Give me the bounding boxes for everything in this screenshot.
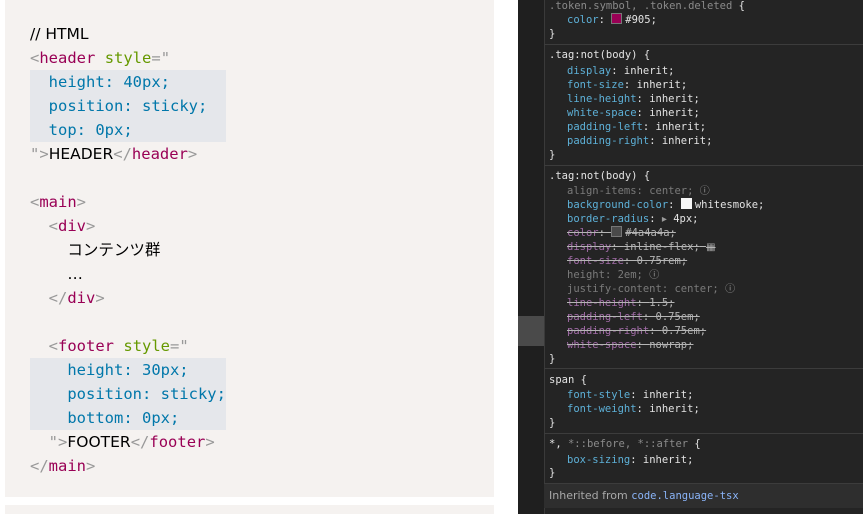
- header-style-line: position: sticky;: [48, 97, 208, 115]
- css-property[interactable]: display: [567, 65, 611, 77]
- css-value[interactable]: 1.5;: [649, 297, 674, 309]
- css-property[interactable]: white-space: [567, 107, 637, 119]
- code-block: // HTML <header style=" height: 40px; pos…: [5, 0, 494, 497]
- css-property[interactable]: display: [567, 241, 611, 253]
- css-property[interactable]: border-radius: [567, 213, 649, 225]
- footer-style-line: bottom: 0px;: [67, 409, 180, 427]
- css-property[interactable]: box-sizing: [567, 454, 630, 466]
- css-property[interactable]: font-size: [567, 255, 624, 267]
- code-example-panel: // HTML <header style=" height: 40px; pos…: [0, 0, 518, 514]
- flexbox-editor-icon[interactable]: ▦: [706, 242, 715, 253]
- css-property[interactable]: font-style: [567, 389, 630, 401]
- header-style-line: top: 0px;: [48, 121, 133, 139]
- main-tag: main: [39, 193, 77, 211]
- footer-style-line: height: 30px;: [67, 361, 189, 379]
- css-value[interactable]: whitesmoke;: [695, 199, 765, 211]
- style-rules-list: .token.symbol, .token.deleted { color: #…: [544, 0, 863, 514]
- css-property[interactable]: padding-left: [567, 121, 643, 133]
- rule-selector[interactable]: *,: [549, 438, 562, 450]
- info-icon[interactable]: ⓘ: [725, 284, 735, 295]
- css-value[interactable]: 0.75em;: [662, 325, 706, 337]
- css-value[interactable]: inline-flex;: [624, 241, 700, 253]
- header-text: HEADER: [48, 145, 114, 163]
- header-tag: header: [39, 49, 96, 67]
- next-code-block: [5, 505, 494, 514]
- style-rule: .tag:not(body) { align-items: center; ⓘ …: [544, 166, 863, 369]
- info-icon[interactable]: ⓘ: [700, 186, 710, 197]
- css-property[interactable]: font-weight: [567, 403, 637, 415]
- div-close-tag: div: [67, 289, 96, 307]
- css-value[interactable]: inherit;: [649, 403, 700, 415]
- css-value[interactable]: inherit;: [643, 389, 694, 401]
- footer-style-line: position: sticky;: [67, 385, 226, 403]
- css-value[interactable]: 0.75em;: [656, 311, 700, 323]
- style-rule: .token.symbol, .token.deleted { color: #…: [544, 0, 863, 45]
- css-property[interactable]: height: [567, 269, 605, 281]
- color-swatch[interactable]: [611, 226, 623, 237]
- css-property[interactable]: padding-right: [567, 325, 649, 337]
- rule-selector[interactable]: span: [549, 374, 574, 386]
- css-property[interactable]: align-items: [567, 185, 637, 197]
- div-tag: div: [58, 217, 87, 235]
- css-value[interactable]: 4px;: [673, 213, 698, 225]
- footer-style-attr: style: [123, 337, 171, 355]
- css-property[interactable]: padding-right: [567, 135, 649, 147]
- main-close-tag: main: [48, 457, 86, 475]
- css-value[interactable]: inherit;: [637, 79, 688, 91]
- css-property[interactable]: line-height: [567, 93, 637, 105]
- rule-selector[interactable]: .tag:not(body): [549, 170, 638, 182]
- info-icon[interactable]: ⓘ: [649, 270, 659, 281]
- css-value[interactable]: inherit;: [649, 107, 700, 119]
- devtools-gutter: [518, 0, 545, 514]
- rule-selector[interactable]: .tag:not(body): [549, 49, 638, 61]
- footer-close-tag: footer: [149, 433, 206, 451]
- footer-text: FOOTER: [67, 433, 131, 451]
- css-value[interactable]: inherit;: [624, 65, 675, 77]
- expand-triangle-icon[interactable]: ▸: [662, 214, 667, 225]
- css-value[interactable]: inherit;: [649, 93, 700, 105]
- css-property[interactable]: color: [567, 14, 599, 26]
- header-style-line: height: 40px;: [48, 73, 170, 91]
- style-rule: .tag:not(body) { display: inherit; font-…: [544, 45, 863, 166]
- css-value[interactable]: nowrap;: [649, 339, 693, 351]
- devtools-styles-pane[interactable]: .token.symbol, .token.deleted { color: #…: [518, 0, 863, 514]
- color-swatch[interactable]: [680, 198, 692, 209]
- code-comment: // HTML: [30, 25, 89, 43]
- rule-selector[interactable]: .token.symbol, .token.deleted: [549, 0, 732, 12]
- color-swatch[interactable]: [611, 13, 623, 24]
- css-value[interactable]: inherit;: [662, 135, 713, 147]
- css-value[interactable]: inherit;: [656, 121, 707, 133]
- css-value[interactable]: inherit;: [643, 454, 694, 466]
- style-rule: span { font-style: inherit; font-weight:…: [544, 369, 863, 434]
- css-value[interactable]: #4a4a4a;: [625, 227, 676, 239]
- rule-selector-pseudo[interactable]: *::before, *::after: [568, 438, 688, 450]
- css-value[interactable]: center;: [674, 283, 718, 295]
- css-property[interactable]: padding-left: [567, 311, 643, 323]
- css-value[interactable]: #905: [625, 14, 650, 26]
- css-property[interactable]: white-space: [567, 339, 637, 351]
- css-value[interactable]: 0.75rem;: [637, 255, 688, 267]
- css-property[interactable]: justify-content: [567, 283, 662, 295]
- css-property[interactable]: background-color: [567, 199, 668, 211]
- footer-tag: footer: [58, 337, 115, 355]
- header-style-attr: style: [104, 49, 152, 67]
- css-property[interactable]: color: [567, 227, 599, 239]
- inherited-from-header: Inherited from code.language-tsx: [544, 483, 863, 508]
- css-value[interactable]: center;: [649, 185, 693, 197]
- content-text: コンテンツ群: [67, 241, 161, 259]
- ellipsis-text: …: [67, 265, 83, 283]
- header-close-tag: header: [131, 145, 188, 163]
- css-value[interactable]: 2em;: [618, 269, 643, 281]
- style-rule: *, *::before, *::after { box-sizing: inh…: [549, 438, 701, 479]
- inherited-source-link[interactable]: code.language-tsx: [631, 490, 738, 502]
- css-property[interactable]: font-size: [567, 79, 624, 91]
- css-property[interactable]: line-height: [567, 297, 637, 309]
- code-listing: // HTML <header style=" height: 40px; pos…: [30, 25, 226, 475]
- inherited-label: Inherited from: [549, 489, 628, 502]
- gutter-highlight: [518, 316, 544, 346]
